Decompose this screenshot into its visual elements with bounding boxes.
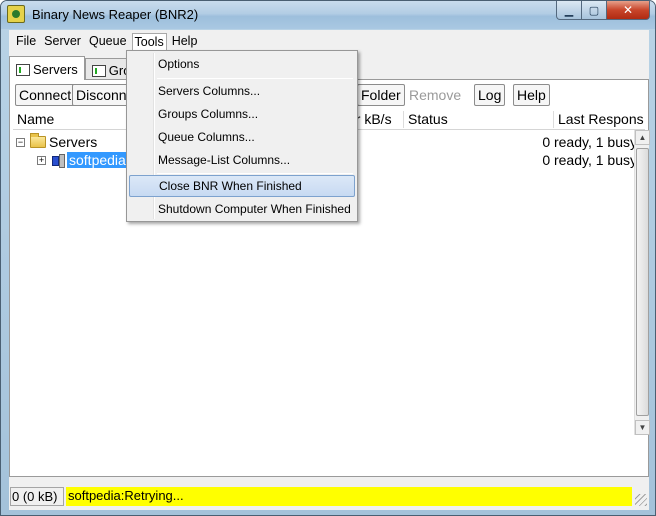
maximize-icon: ▢ xyxy=(588,4,600,17)
log-button[interactable]: Log xyxy=(474,84,506,106)
col-divider[interactable] xyxy=(403,111,404,128)
tab-servers[interactable]: Servers xyxy=(9,56,85,80)
help-button[interactable]: Help xyxy=(513,84,550,106)
menu-bar: File Server Queue Tools Help xyxy=(9,30,649,52)
menu-item-groups-columns[interactable]: Groups Columns... xyxy=(129,103,355,125)
tree-row-root[interactable]: − Servers xyxy=(16,133,97,151)
vertical-scrollbar[interactable]: ▲ ▼ xyxy=(634,130,650,435)
menu-item-servers-columns[interactable]: Servers Columns... xyxy=(129,80,355,102)
remove-button[interactable]: Remove xyxy=(405,84,465,106)
menu-separator xyxy=(157,173,353,174)
tree-row-softpedia[interactable]: + softpedia xyxy=(37,151,128,169)
folder-button[interactable]: Folder xyxy=(357,84,405,106)
col-name[interactable]: Name xyxy=(17,111,54,127)
last-response-value: 0 ready, 1 busy xyxy=(542,134,637,150)
connect-button[interactable]: Connect xyxy=(15,84,76,106)
scroll-up-button[interactable]: ▲ xyxy=(635,130,650,145)
close-icon: ✕ xyxy=(622,3,634,17)
collapse-icon[interactable]: − xyxy=(16,137,25,147)
col-last-response[interactable]: Last Respons xyxy=(558,111,644,127)
menu-item-shutdown[interactable]: Shutdown Computer When Finished xyxy=(129,198,355,220)
transfer-status: 0 (0 kB) xyxy=(10,487,64,506)
menu-server[interactable]: Server xyxy=(41,32,84,50)
status-bar: 0 (0 kB) softpedia:Retrying... xyxy=(9,484,649,508)
resize-grip[interactable] xyxy=(635,494,647,506)
menu-item-queue-columns[interactable]: Queue Columns... xyxy=(129,126,355,148)
folder-icon xyxy=(30,133,46,148)
tab-strip: Servers Gro xyxy=(9,56,138,80)
menu-help[interactable]: Help xyxy=(169,32,201,50)
tools-menu: Options Servers Columns... Groups Column… xyxy=(126,50,358,222)
close-button[interactable]: ✕ xyxy=(606,1,650,20)
menu-item-options[interactable]: Options xyxy=(129,53,355,75)
server-tree-icon xyxy=(16,63,30,76)
expand-icon[interactable]: + xyxy=(37,155,46,165)
menu-file[interactable]: File xyxy=(13,32,39,50)
menu-separator xyxy=(157,78,353,79)
disconnect-button[interactable]: Disconn xyxy=(72,84,131,106)
minimize-icon: ▁ xyxy=(564,4,574,17)
menu-item-close-bnr[interactable]: Close BNR When Finished xyxy=(129,175,355,197)
col-status[interactable]: Status xyxy=(408,111,448,127)
maximize-button[interactable]: ▢ xyxy=(581,1,607,20)
tab-servers-label: Servers xyxy=(33,62,78,77)
vertical-scroll-thumb[interactable] xyxy=(636,148,649,416)
minimize-button[interactable]: ▁ xyxy=(556,1,582,20)
window-title: Binary News Reaper (BNR2) xyxy=(32,7,199,22)
app-window: Binary News Reaper (BNR2) ▁ ▢ ✕ File Ser… xyxy=(0,0,656,516)
groups-tree-icon xyxy=(91,64,106,77)
scroll-down-button[interactable]: ▼ xyxy=(635,420,650,435)
menu-queue[interactable]: Queue xyxy=(86,32,130,50)
tree-root-label: Servers xyxy=(49,134,98,150)
status-message: softpedia:Retrying... xyxy=(66,487,632,506)
tree-child-label: softpedia xyxy=(67,152,128,168)
server-icon xyxy=(51,153,65,168)
menu-tools[interactable]: Tools xyxy=(131,32,167,50)
col-divider[interactable] xyxy=(553,111,554,128)
menu-item-message-list-columns[interactable]: Message-List Columns... xyxy=(129,149,355,171)
title-bar[interactable]: Binary News Reaper (BNR2) ▁ ▢ ✕ xyxy=(1,1,655,29)
last-response-value: 0 ready, 1 busy xyxy=(542,152,637,168)
app-logo-icon xyxy=(7,5,25,23)
